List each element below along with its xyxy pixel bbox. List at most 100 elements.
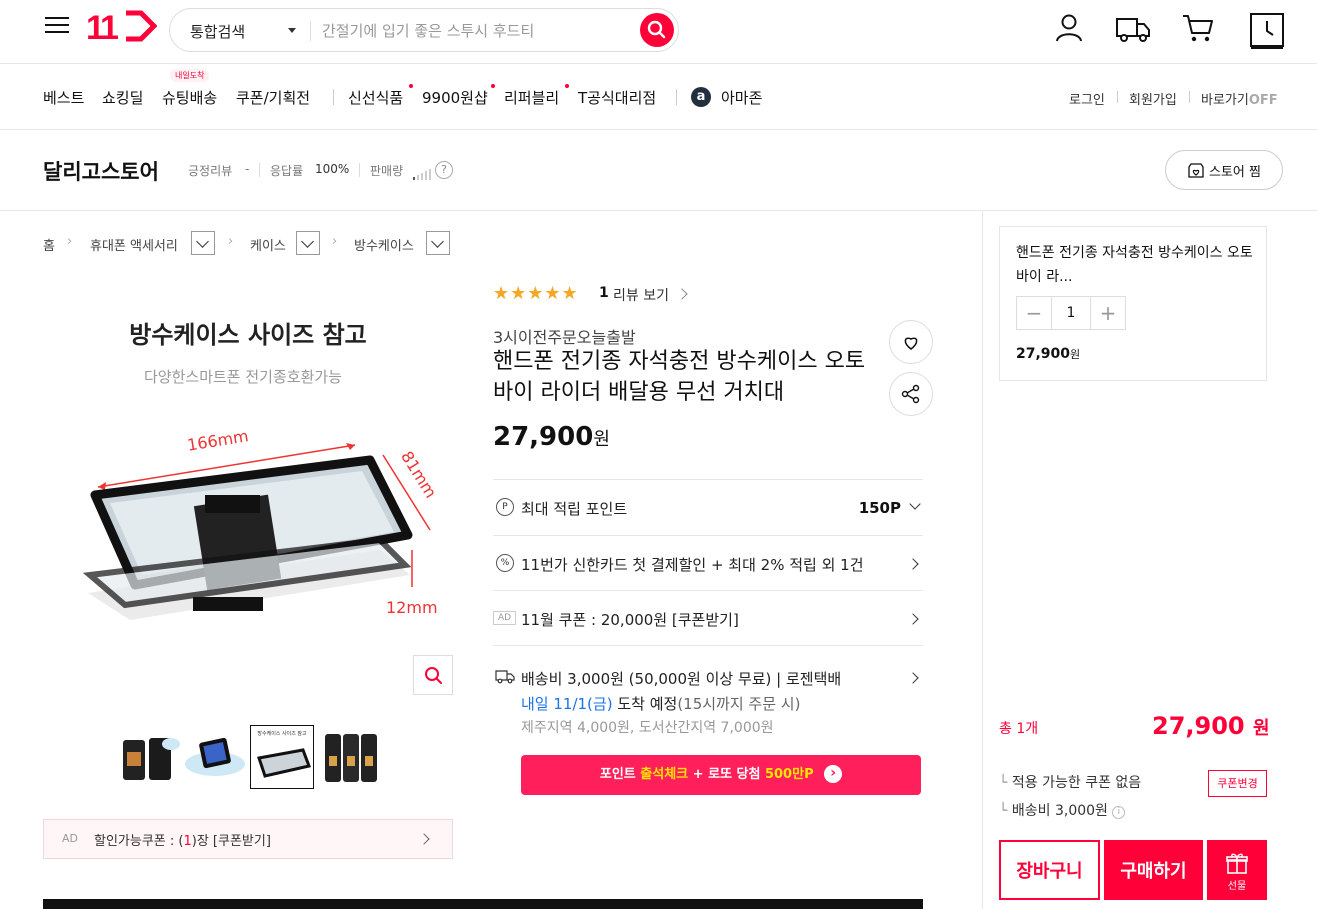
breadcrumb-accessory[interactable]: 휴대폰 액세서리 (90, 235, 178, 254)
breadcrumb-dropdown[interactable] (426, 231, 450, 255)
product-price: 27,900원 (493, 422, 610, 452)
search-box: 통합검색 (169, 8, 679, 52)
depth-label: 12mm (386, 598, 438, 617)
coupon-bar[interactable]: AD 할인가능쿠폰 : (1)장 [쿠폰받기] (43, 819, 453, 859)
share-button[interactable] (889, 372, 933, 416)
arrow-circle-icon: › (824, 765, 843, 783)
nav-item-shooting-delivery[interactable]: 슈팅배송 (162, 87, 217, 108)
help-icon[interactable]: ? (435, 161, 453, 179)
divider (259, 163, 260, 177)
gift-button[interactable]: 선물 (1207, 840, 1267, 900)
shipping-fee: 배송비 3,000원 (1011, 803, 1108, 819)
minus-button[interactable]: − (1016, 296, 1052, 330)
breadcrumb-dropdown[interactable] (191, 231, 215, 255)
store-wish-label: 스토어 찜 (1209, 164, 1261, 180)
ad-label: AD (62, 832, 78, 845)
nav-item-t-official[interactable]: T공식대리점 (578, 87, 656, 108)
caret-down-icon[interactable] (288, 28, 296, 33)
heart-icon (904, 337, 918, 350)
ad-label: AD (493, 611, 517, 625)
nav-item-shocking-deal[interactable]: 쇼킹딜 (102, 87, 143, 108)
chevron-right-icon: › (332, 234, 338, 249)
chevron-right-icon (907, 558, 919, 570)
coupon-change-button[interactable]: 쿠폰변경 (1208, 770, 1267, 797)
coupon-count: 1 (183, 834, 192, 849)
divider (310, 21, 311, 41)
cart-icon[interactable] (1181, 12, 1215, 48)
search-input[interactable] (322, 17, 632, 45)
arrival-note: (15시까지 주문 시) (677, 695, 801, 713)
nav-item-fresh[interactable]: 신선식품 (348, 87, 403, 108)
recent-view-icon[interactable] (1249, 12, 1285, 54)
chevron-right-icon (676, 288, 688, 300)
search-category[interactable]: 통합검색 (190, 21, 245, 42)
share-icon (901, 384, 920, 404)
thumbnail-2[interactable] (182, 725, 246, 789)
my-account-icon[interactable] (1053, 12, 1085, 48)
chevron-right-icon (418, 833, 430, 845)
nav-item-amazon[interactable]: 아마존 (721, 87, 762, 108)
thumbnail-3[interactable]: 방수케이스 사이즈 참고 (250, 725, 314, 789)
divider (982, 211, 983, 909)
store-name[interactable]: 달리고스토어 (43, 156, 159, 186)
percent-icon: % (496, 554, 514, 572)
point-icon: P (496, 498, 514, 516)
signup-link[interactable]: 회원가입 (1129, 89, 1177, 108)
extra-fee-text: 제주지역 4,000원, 도서산간지역 7,000원 (521, 720, 774, 736)
review-count[interactable]: 1 (599, 285, 609, 301)
positive-review-label: 긍정리뷰 (188, 164, 233, 178)
divider (359, 163, 360, 177)
arrival-line: 내일 11/1(금) 도착 예정(15시까지 주문 시) (521, 693, 800, 714)
thumbnail-4[interactable] (318, 725, 382, 789)
shipping-row[interactable]: 배송비 3,000원 (50,000원 이상 무료) | 로젠택배 내일 11/… (493, 646, 923, 746)
point-row[interactable]: P 최대 적립 포인트 150P (493, 480, 923, 535)
gift-icon (1226, 853, 1248, 874)
review-link[interactable]: 리뷰 보기 (613, 285, 669, 305)
shipping-fee-line: └ 배송비 3,000원 i (999, 800, 1126, 820)
shortcut-state: OFF (1248, 93, 1278, 108)
wish-button[interactable] (889, 320, 933, 364)
login-link[interactable]: 로그인 (1069, 89, 1105, 108)
buy-now-button[interactable]: 구매하기 (1104, 840, 1203, 900)
cart-label: 장바구니 (1016, 861, 1083, 882)
divider (1189, 91, 1190, 103)
search-button[interactable] (640, 13, 674, 47)
zoom-button[interactable] (413, 655, 453, 695)
shortcut-toggle[interactable]: 바로가기OFF (1201, 89, 1278, 108)
delivery-truck-icon[interactable] (1115, 12, 1151, 48)
gift-label: 선물 (1227, 880, 1247, 892)
breadcrumb-home[interactable]: 홈 (43, 235, 55, 254)
breadcrumb-dropdown[interactable] (296, 231, 320, 255)
info-icon[interactable]: i (1112, 806, 1126, 819)
divider (0, 129, 1317, 130)
attendance-promo-button[interactable]: 포인트 출석체크 + 로또 당첨 500만P › (521, 755, 921, 795)
logo[interactable]: 11 (86, 9, 158, 48)
option-name: 핸드폰 전기종 자석충전 방수케이스 오토바이 라... (1016, 245, 1253, 285)
nav-item-best[interactable]: 베스트 (43, 87, 84, 108)
price-value: 27,900 (493, 422, 594, 452)
promo-text-d: 500만P (764, 767, 814, 782)
detail-tab-bar (43, 899, 923, 909)
logo-text: 11 (86, 9, 119, 47)
thumbnail-1[interactable] (118, 725, 182, 789)
image-title: 방수케이스 사이즈 참고 (129, 321, 367, 349)
product-image[interactable] (50, 425, 450, 625)
search-icon (647, 20, 666, 39)
plus-button[interactable]: + (1090, 296, 1126, 330)
quantity-value[interactable]: 1 (1052, 296, 1090, 330)
total-count: 총 1개 (999, 721, 1039, 737)
breadcrumb-waterproof[interactable]: 방수케이스 (354, 235, 414, 254)
add-to-cart-button[interactable]: 장바구니 (999, 840, 1100, 900)
thumbnail-title: 방수케이스 사이즈 참고 (257, 731, 307, 737)
nav-item-coupon[interactable]: 쿠폰/기획전 (236, 87, 310, 108)
nav-item-refurbly[interactable]: 리퍼블리 (504, 87, 559, 108)
card-benefit-row[interactable]: % 11번가 신한카드 첫 결제할인 + 최대 2% 적립 외 1건 (493, 536, 923, 590)
chevron-right-icon: › (67, 234, 73, 249)
sales-label: 판매량 (370, 164, 404, 178)
breadcrumb-case[interactable]: 케이스 (250, 235, 286, 254)
store-wish-button[interactable]: 스토어 찜 (1165, 150, 1283, 190)
truck-icon (495, 670, 515, 684)
coupon-row[interactable]: AD 11월 쿠폰 : 20,000원 [쿠폰받기] (493, 591, 923, 645)
nav-item-9900[interactable]: 9900원샵 (422, 87, 488, 108)
menu-icon[interactable] (45, 12, 69, 38)
